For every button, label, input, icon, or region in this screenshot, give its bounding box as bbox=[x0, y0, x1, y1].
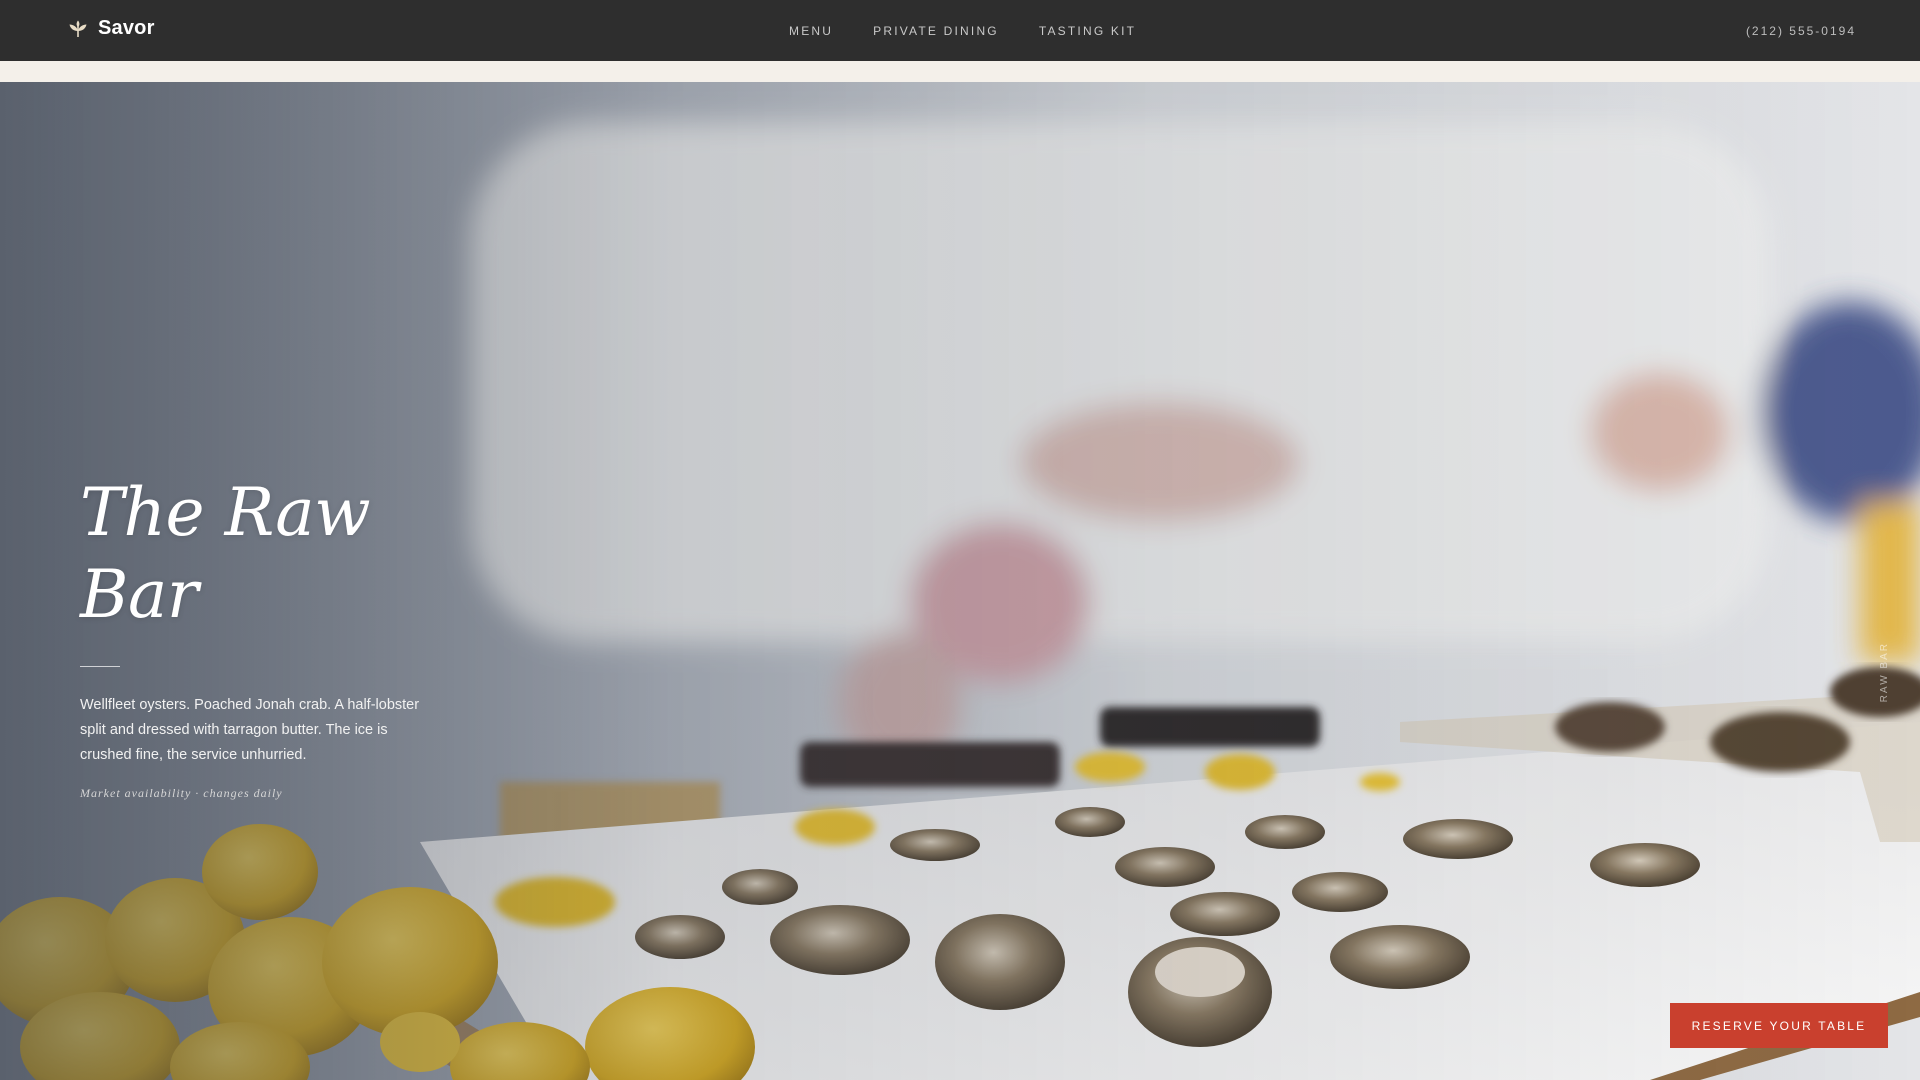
hero-title-line-1: The Raw bbox=[80, 474, 371, 551]
phone-number-link[interactable]: (212) 555-0194 bbox=[1746, 0, 1856, 61]
hero-availability-note: Market availability · changes daily bbox=[80, 786, 283, 800]
main-nav: MENU PRIVATE DINING TASTING KIT bbox=[789, 0, 1176, 61]
hero-section: The Raw Bar Wellfleet oysters. Poached J… bbox=[0, 82, 1920, 1080]
hero-title: The Raw Bar bbox=[80, 472, 440, 636]
hero-title-line-2: Bar bbox=[80, 556, 198, 633]
brand-logo-link[interactable]: Savor bbox=[67, 17, 155, 40]
brand-name: Savor bbox=[98, 17, 155, 39]
leaf-sprout-icon bbox=[69, 20, 87, 37]
hero-description: Wellfleet oysters. Poached Jonah crab. A… bbox=[80, 697, 420, 763]
vertical-section-label: RAW BAR bbox=[1879, 642, 1890, 703]
header-divider-strip bbox=[0, 61, 1920, 82]
nav-link-tasting-kit[interactable]: TASTING KIT bbox=[1039, 24, 1136, 38]
nav-link-menu[interactable]: MENU bbox=[789, 24, 833, 38]
hero-divider bbox=[80, 666, 120, 667]
reserve-table-button[interactable]: RESERVE YOUR TABLE bbox=[1670, 1003, 1888, 1048]
nav-link-private-dining[interactable]: PRIVATE DINING bbox=[873, 24, 999, 38]
hero-text-block: The Raw Bar Wellfleet oysters. Poached J… bbox=[80, 472, 440, 801]
top-navigation-bar: Savor MENU PRIVATE DINING TASTING KIT (2… bbox=[0, 0, 1920, 61]
